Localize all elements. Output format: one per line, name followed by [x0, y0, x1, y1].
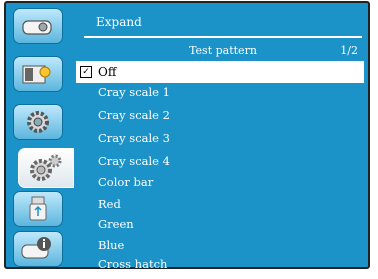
- submenu-header: Test pattern 1/2: [84, 44, 362, 58]
- menu-item-red[interactable]: Red: [98, 197, 121, 211]
- menu-item-label: Off: [98, 65, 117, 79]
- sidebar-item-expand[interactable]: [18, 148, 74, 188]
- info-icon: [21, 237, 51, 259]
- expand-gear-icon: [30, 154, 62, 181]
- page-indicator: 1/2: [340, 44, 358, 57]
- submenu-title: Test pattern: [189, 44, 257, 57]
- menu-item-color-bar[interactable]: Color bar: [98, 175, 153, 189]
- sidebar-item-information[interactable]: [13, 231, 63, 267]
- osd-menu-window: Expand Test pattern 1/2 ✓ Off Cray scale…: [4, 1, 370, 271]
- display-icon: [22, 20, 52, 35]
- usb-icon: [29, 196, 47, 221]
- picture-adjust-icon: [22, 65, 51, 84]
- menu-item-cross-hatch[interactable]: Cross hatch: [98, 257, 167, 271]
- gear-icon: [27, 111, 49, 133]
- sidebar: [6, 3, 74, 267]
- title-divider: [84, 36, 362, 38]
- checkbox-checked-icon: ✓: [80, 66, 92, 78]
- menu-item-blue[interactable]: Blue: [98, 238, 124, 252]
- menu-item-off[interactable]: ✓ Off: [76, 61, 364, 83]
- menu-title: Expand: [96, 15, 142, 29]
- sidebar-item-display[interactable]: [13, 8, 63, 44]
- menu-panel: Expand Test pattern 1/2 ✓ Off Cray scale…: [74, 3, 368, 271]
- sidebar-item-picture[interactable]: [13, 56, 63, 92]
- menu-item-cray-scale-3[interactable]: Cray scale 3: [98, 131, 170, 145]
- menu-item-cray-scale-2[interactable]: Cray scale 2: [98, 108, 170, 122]
- menu-item-cray-scale-4[interactable]: Cray scale 4: [98, 154, 170, 168]
- menu-item-green[interactable]: Green: [98, 217, 134, 231]
- menu-item-cray-scale-1[interactable]: Cray scale 1: [98, 85, 170, 99]
- sidebar-item-memory-viewer[interactable]: [13, 191, 63, 227]
- sidebar-item-setting[interactable]: [13, 104, 63, 140]
